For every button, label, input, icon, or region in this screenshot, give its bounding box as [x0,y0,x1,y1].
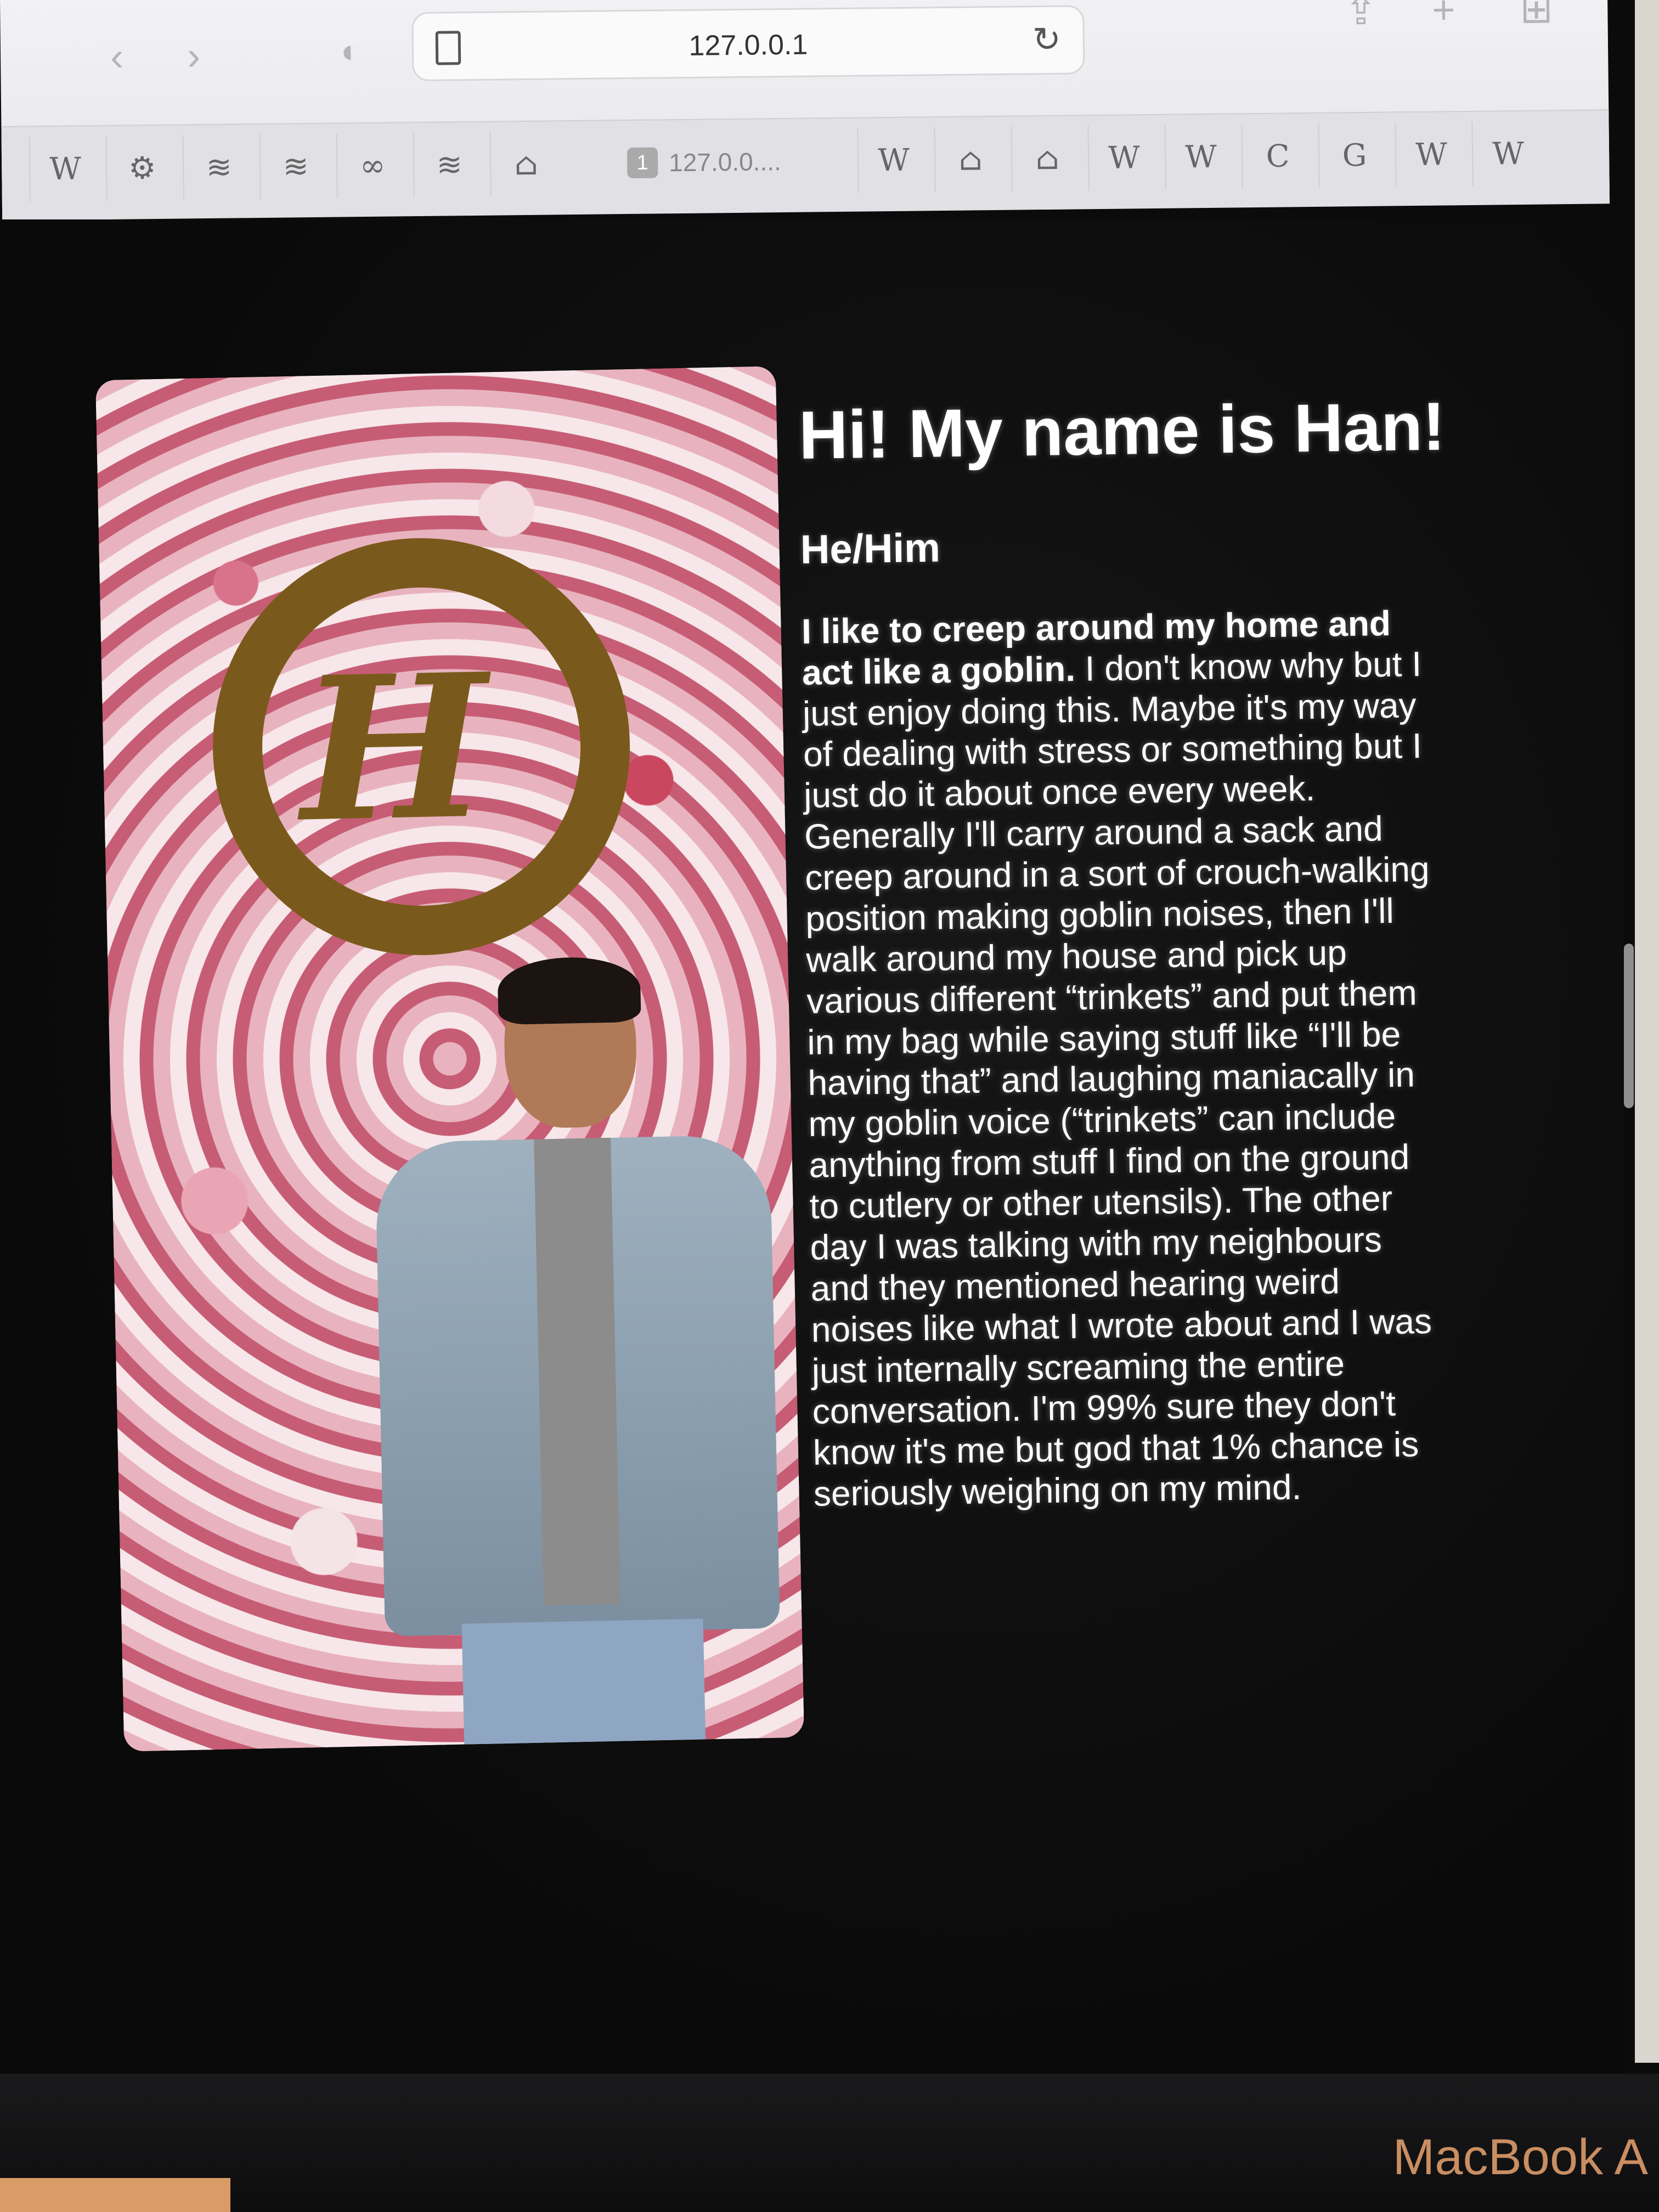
tab-infinity[interactable]: ∞ [336,133,408,199]
tab-overview-icon[interactable]: ⊞ [1520,0,1553,31]
new-tab-button[interactable]: + [1432,0,1455,32]
tab-w3schools[interactable]: W [1395,122,1467,188]
profile-photo: H [95,366,805,1752]
scrollbar[interactable] [1624,944,1634,1108]
page-title: Hi! My name is Han! [798,388,1446,473]
tab-github[interactable]: ⌂ [489,131,562,197]
tab-google[interactable]: G [1318,122,1390,188]
shield-icon[interactable]: ◐ [341,32,361,69]
pronouns: He/Him [800,524,941,572]
tab-active[interactable]: 1 127.0.0.... [627,129,792,195]
tab-c[interactable]: C [1241,123,1313,189]
tab-w3schools[interactable]: W [857,127,929,193]
tab-wikipedia[interactable]: W [29,136,101,202]
tab-w3schools[interactable]: W [1164,124,1237,190]
address-bar[interactable]: 127.0.0.1 ↻ [411,5,1085,82]
jeans [461,1618,706,1745]
back-button[interactable]: ‹ [110,35,124,79]
bio-text: I don't know why but I just enjoy doing … [802,644,1432,1514]
tab-w3schools[interactable]: W [1471,121,1544,187]
device-brand: MacBook A [1392,2129,1648,2185]
tab-github[interactable]: ⌂ [934,126,1006,193]
bio-section: Hi! My name is Han! He/Him I like to cre… [798,386,1472,1515]
logo-monogram: H [298,630,490,866]
tab-stackoverflow[interactable]: ≋ [182,134,255,200]
person-figure [360,956,793,1746]
tab-stackoverflow[interactable]: ≋ [413,132,485,198]
reload-icon[interactable]: ↻ [1032,19,1062,60]
tab-github[interactable]: ⌂ [1011,126,1083,191]
browser-chrome: ‹ › ◐ 127.0.0.1 ↻ ⇪ + ⊞ W ⚙ ≋ ≋ ∞ ≋ ⌂ 1 … [0,0,1610,221]
share-icon[interactable]: ⇪ [1344,0,1378,33]
tab-stackoverflow[interactable]: ≋ [259,133,331,200]
tab-count-badge: 1 [627,147,658,179]
address-text: 127.0.0.1 [689,29,808,62]
desk-object [0,2178,230,2212]
tab-codepen[interactable]: ⚙ [105,135,178,201]
forward-button[interactable]: › [187,34,201,78]
hair [497,956,641,1025]
browser-toolbar: ‹ › ◐ 127.0.0.1 ↻ ⇪ + ⊞ [0,0,1609,126]
bio-paragraph: I like to creep around my home and act l… [801,602,1450,1515]
tab-active-label: 127.0.0.... [668,147,782,177]
tab-w3schools[interactable]: W [1087,125,1160,191]
background-desk [1635,0,1659,2063]
shirt [534,1137,620,1606]
pinned-tab-strip: W ⚙ ≋ ≋ ∞ ≋ ⌂ 1 127.0.0.... W ⌂ ⌂ W W C … [1,109,1610,221]
